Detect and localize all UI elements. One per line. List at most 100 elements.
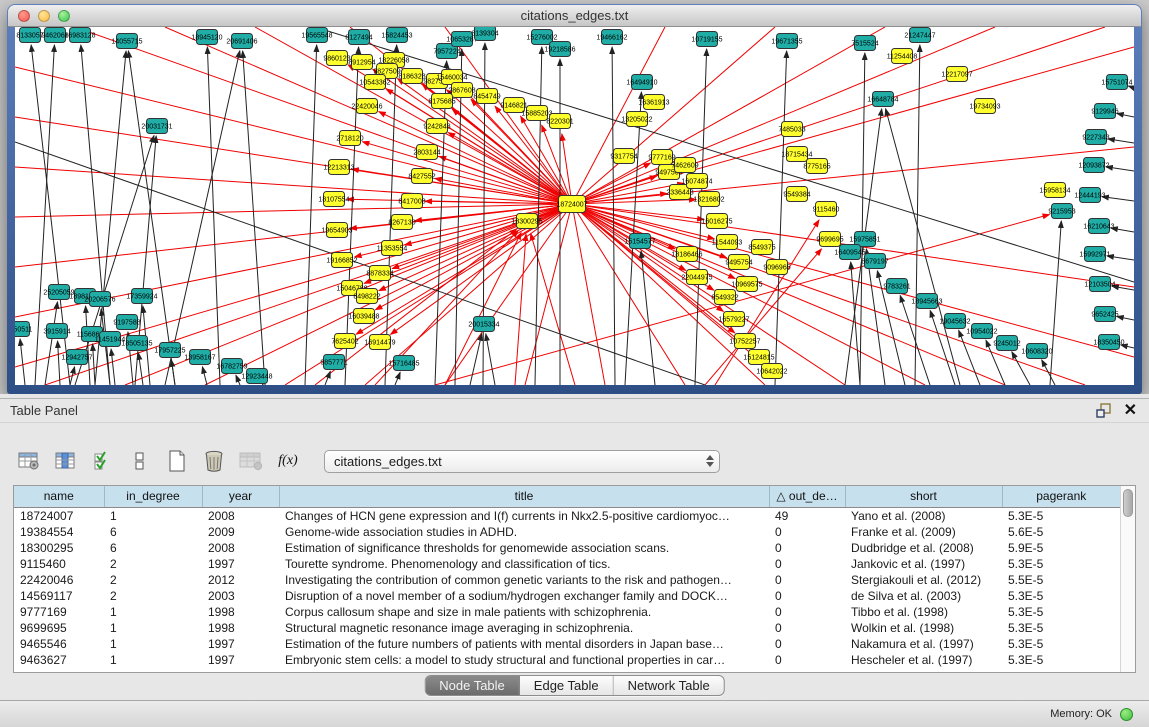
graph-node[interactable]: 12093872	[1078, 158, 1109, 173]
graph-node[interactable]: 2803144	[413, 145, 440, 160]
column-header-short[interactable]: short	[845, 486, 1002, 507]
scrollbar-thumb[interactable]	[1123, 489, 1133, 517]
close-panel-icon[interactable]: ✕	[1124, 404, 1137, 418]
graph-node[interactable]: 13205022	[621, 112, 652, 127]
table-cell[interactable]: 5.6E-5	[1002, 524, 1120, 540]
graph-node[interactable]: 7462609	[671, 158, 698, 173]
graph-node[interactable]: 10954022	[966, 324, 997, 339]
table-cell[interactable]: 0	[769, 652, 845, 668]
graph-node[interactable]: 9783261	[883, 279, 910, 294]
table-cell[interactable]: 5.9E-5	[1002, 540, 1120, 556]
graph-node[interactable]: 15124815	[743, 350, 774, 365]
tab-edge-table[interactable]: Edge Table	[520, 676, 614, 695]
table-cell[interactable]: 1997	[202, 556, 279, 572]
graph-node[interactable]: 15716485	[388, 356, 419, 371]
graph-node[interactable]: 8267130	[388, 215, 415, 230]
table-cell[interactable]: 1997	[202, 652, 279, 668]
graph-node[interactable]: 10608320	[1021, 344, 1052, 359]
graph-node[interactable]: 8133057	[16, 28, 43, 43]
table-cell[interactable]: 9465546	[14, 636, 104, 652]
graph-node[interactable]: 11544093	[712, 235, 743, 250]
table-cell[interactable]: Wolkin et al. (1998)	[845, 620, 1002, 636]
zoom-window-button[interactable]	[58, 10, 70, 22]
graph-node[interactable]: 8454749	[473, 89, 500, 104]
table-cell[interactable]: 5.3E-5	[1002, 588, 1120, 604]
graph-node[interactable]: 8878334	[366, 266, 393, 281]
tab-node-table[interactable]: Node Table	[425, 676, 520, 695]
graph-node[interactable]: 12444193	[1074, 188, 1105, 203]
table-cell[interactable]: 0	[769, 620, 845, 636]
graph-node[interactable]: 11353554	[377, 241, 408, 256]
graph-node[interactable]: 18724007	[556, 196, 587, 213]
graph-node[interactable]: 16016275	[701, 214, 732, 229]
graph-node[interactable]: 9197588	[113, 315, 140, 330]
table-cell[interactable]: Disruption of a novel member of a sodium…	[279, 588, 769, 604]
graph-node[interactable]: 8549375	[748, 240, 775, 255]
network-window-titlebar[interactable]: citations_edges.txt	[8, 5, 1141, 27]
table-cell[interactable]: 2009	[202, 524, 279, 540]
graph-node[interactable]: 8775165	[803, 159, 830, 174]
table-cell[interactable]: Tourette syndrome. Phenomenology and cla…	[279, 556, 769, 572]
table-row[interactable]: 1872400712008Changes of HCN gene express…	[14, 507, 1120, 524]
table-cell[interactable]: 0	[769, 556, 845, 572]
graph-node[interactable]: 20691406	[226, 34, 257, 49]
graph-node[interactable]: 18505135	[121, 336, 152, 351]
graph-node[interactable]: 9242848	[423, 119, 450, 134]
table-cell[interactable]: 9463627	[14, 652, 104, 668]
table-cell[interactable]: 5.3E-5	[1002, 652, 1120, 668]
graph-node[interactable]: 7485033	[778, 122, 805, 137]
table-cell[interactable]: 22420046	[14, 572, 104, 588]
graph-node[interactable]: 9245012	[993, 336, 1020, 351]
column-header-title[interactable]: title	[279, 486, 769, 507]
table-cell[interactable]: 0	[769, 588, 845, 604]
graph-node[interactable]: 15751074	[1101, 75, 1132, 90]
function-builder-button[interactable]: f(x)	[275, 448, 301, 474]
show-columns-button[interactable]	[53, 448, 79, 474]
graph-node[interactable]: 9096965	[763, 260, 790, 275]
table-cell[interactable]: 14569117	[14, 588, 104, 604]
graph-node[interactable]: 16210643	[1083, 219, 1114, 234]
graph-node[interactable]: 8912954	[348, 55, 375, 70]
table-cell[interactable]: Dudbridge et al. (2008)	[845, 540, 1002, 556]
node-table-grid[interactable]: namein_degreeyeartitle△ out_de…shortpage…	[14, 486, 1120, 668]
graph-node[interactable]: 11254408	[887, 49, 918, 64]
table-row[interactable]: 2242004622012Investigating the contribut…	[14, 572, 1120, 588]
table-cell[interactable]: Corpus callosum shape and size in male p…	[279, 604, 769, 620]
graph-node[interactable]: 12923448	[241, 369, 272, 384]
citation-network-graph[interactable]: 8133057946206816983128140557151894512020…	[15, 27, 1134, 385]
graph-node[interactable]: 19045632	[939, 314, 970, 329]
column-header-name[interactable]: name	[14, 486, 104, 507]
graph-node[interactable]: 7625402	[331, 334, 358, 349]
table-row[interactable]: 911546021997Tourette syndrome. Phenomeno…	[14, 556, 1120, 572]
graph-node[interactable]: 21247447	[904, 28, 935, 43]
table-cell[interactable]: Estimation of significance thresholds fo…	[279, 540, 769, 556]
table-cell[interactable]: 1	[104, 507, 202, 524]
table-cell[interactable]: 9115460	[14, 556, 104, 572]
graph-node[interactable]: 3915914	[43, 324, 70, 339]
memory-ok-indicator[interactable]	[1120, 708, 1133, 721]
graph-node[interactable]: 16494910	[626, 75, 657, 90]
graph-node[interactable]: 8175685	[428, 94, 455, 109]
table-cell[interactable]: 2008	[202, 507, 279, 524]
graph-node[interactable]: 2718120	[336, 131, 363, 146]
column-header-year[interactable]: year	[202, 486, 279, 507]
table-cell[interactable]: 18300295	[14, 540, 104, 556]
table-cell[interactable]: 0	[769, 636, 845, 652]
graph-node[interactable]: 18107554	[318, 192, 349, 207]
graph-node[interactable]: 19166852	[326, 253, 357, 268]
table-vertical-scrollbar[interactable]	[1120, 486, 1135, 672]
table-cell[interactable]: 5.3E-5	[1002, 620, 1120, 636]
table-cell[interactable]: 0	[769, 540, 845, 556]
graph-node[interactable]: 8427552	[408, 169, 435, 184]
graph-node[interactable]: 9115460	[813, 202, 840, 217]
graph-node[interactable]: 8186328	[398, 69, 425, 84]
new-object-button[interactable]	[164, 448, 190, 474]
table-cell[interactable]: 1	[104, 620, 202, 636]
graph-node[interactable]: 9215953	[1048, 204, 1075, 219]
graph-node[interactable]: 12103504	[1084, 277, 1115, 292]
graph-node[interactable]: 19654903	[321, 223, 352, 238]
table-cell[interactable]: 6	[104, 540, 202, 556]
table-row[interactable]: 969969511998Structural magnetic resonanc…	[14, 620, 1120, 636]
graph-node[interactable]: 9549384	[783, 187, 810, 202]
table-cell[interactable]: 9777169	[14, 604, 104, 620]
